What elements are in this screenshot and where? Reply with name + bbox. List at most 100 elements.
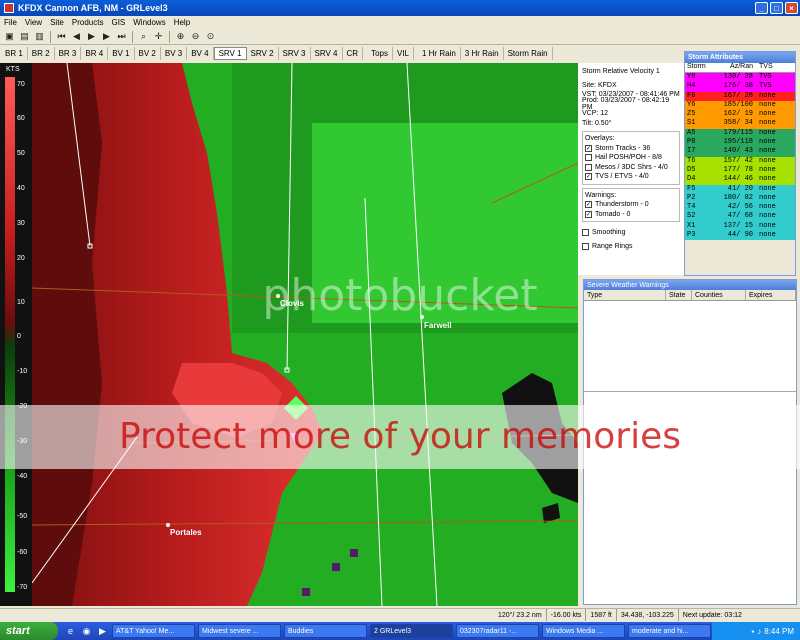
crosshair-icon[interactable]: ✛ [152,30,165,43]
tab-br1[interactable]: BR 1 [1,47,28,60]
storm-row[interactable]: H4 176/ 38 TVS [685,82,795,92]
tab-bv2[interactable]: BV 2 [135,47,161,60]
velocity-map[interactable]: Clovis Farwell Portales [32,63,578,606]
tab-vil[interactable]: VIL [393,47,414,60]
storm-row[interactable]: S1 358/ 34 none [685,119,795,129]
warning-tornado[interactable]: ✓ Tornado - 0 [585,210,677,220]
overlay-hail[interactable]: Hail POSH/POH - 8/8 [585,153,677,163]
checkbox-checked[interactable]: ✓ [585,201,592,209]
storm-row[interactable]: D4 144/ 46 none [685,175,795,185]
save-icon[interactable]: ▤ [18,30,31,43]
column-header[interactable]: Type [584,290,666,300]
checkbox-checked[interactable]: ✓ [585,144,592,152]
zoom-out-icon[interactable]: ⊖ [189,30,202,43]
zoom-icon[interactable]: ⌕ [137,30,150,43]
storm-row[interactable]: Y6 185/100 none [685,100,795,111]
next-frame-icon[interactable]: ▶ [100,30,113,43]
ie-icon[interactable]: e [64,625,77,638]
zoom-in-icon[interactable]: ⊕ [174,30,187,43]
storm-row[interactable]: Y8 130/ 28 TVS [685,73,795,83]
checkbox[interactable] [585,154,592,162]
checkbox-checked[interactable]: ✓ [585,173,592,181]
column-header[interactable]: Expires [746,290,796,300]
tab-bv3[interactable]: BV 3 [161,47,188,60]
open-icon[interactable]: ▣ [3,30,16,43]
start-button[interactable]: start [0,622,58,640]
task-midwest-severe[interactable]: Midwest severe ... [198,624,281,638]
menu-view[interactable]: View [25,18,42,27]
task-radar-image[interactable]: 032307radar11 -... [456,624,539,638]
storm-row[interactable]: D5 177/ 78 none [685,165,795,176]
storm-row[interactable]: I7 140/ 43 none [685,147,795,157]
storm-row[interactable]: P2 180/ 82 none [685,193,795,204]
task-grlevel3[interactable]: 2 GRLevel3 [370,624,453,638]
minimize-button[interactable]: _ [755,2,768,14]
close-button[interactable]: × [785,2,798,14]
overlay-tvs[interactable]: ✓ TVS / ETVS - 4/0 [585,172,677,182]
storm-row[interactable]: P8 195/118 none [685,138,795,148]
tab-srv1[interactable]: SRV 1 [213,47,247,60]
tab-storm-rain[interactable]: Storm Rain [504,47,553,60]
checkbox[interactable] [582,242,589,250]
checkbox[interactable] [582,229,589,237]
tab-cr[interactable]: CR [343,47,364,60]
column-header[interactable]: Storm [685,63,713,72]
storm-row[interactable]: A5 179/115 none [685,128,795,139]
play-icon[interactable]: ▶ [85,30,98,43]
menu-gis[interactable]: GIS [111,18,125,27]
storm-attributes-window[interactable]: Storm Attributes Storm Az/Ran TVS Y8 130/… [684,51,796,276]
firefox-icon[interactable]: ◉ [80,625,93,638]
tab-srv2[interactable]: SRV 2 [247,47,279,60]
prev-frame-icon[interactable]: ◀ [70,30,83,43]
smoothing-toggle[interactable]: Smoothing [582,228,680,238]
column-header[interactable]: TVS [757,63,787,72]
storm-row[interactable]: T6 157/ 42 none [685,156,795,166]
warning-thunderstorm[interactable]: ✓ Thunderstorm - 0 [585,200,677,210]
tab-bv1[interactable]: BV 1 [108,47,135,60]
tab-br3[interactable]: BR 3 [55,47,82,60]
column-header[interactable]: State [666,290,692,300]
storm-row[interactable]: X1 137/ 15 none [685,221,795,232]
network-icon[interactable]: ▪ [751,627,754,636]
overlay-storm-tracks[interactable]: ✓ Storm Tracks - 36 [585,144,677,154]
column-header[interactable]: Az/Ran [713,63,757,72]
tab-br2[interactable]: BR 2 [28,47,55,60]
maximize-button[interactable]: □ [770,2,783,14]
copy-icon[interactable]: ▥ [33,30,46,43]
task-moderate[interactable]: moderate and hi... [628,624,711,638]
task-buddies[interactable]: Buddies [284,624,367,638]
severe-warnings-window[interactable]: Severe Weather Warnings Type State Count… [583,279,797,605]
menu-site[interactable]: Site [50,18,64,27]
checkbox-checked[interactable]: ✓ [585,210,592,218]
title-bar[interactable]: KFDX Cannon AFB, NM - GRLevel3 _ □ × [0,0,800,16]
storm-row[interactable]: F5 41/ 20 none [685,184,795,194]
menu-help[interactable]: Help [174,18,190,27]
radar-display[interactable]: KTS 70 60 50 40 30 20 10 0 -10 -20 -30 -… [0,63,578,606]
range-rings-toggle[interactable]: Range Rings [582,242,680,252]
first-frame-icon[interactable]: ⏮ [55,30,68,43]
media-icon[interactable]: ▶ [96,625,109,638]
tab-br4[interactable]: BR 4 [81,47,109,60]
tab-srv3[interactable]: SRV 3 [279,47,311,60]
tab-tops[interactable]: Tops [367,47,393,60]
zoom-reset-icon[interactable]: ⊙ [204,30,217,43]
tab-bv4[interactable]: BV 4 [187,47,214,60]
overlay-mesos[interactable]: Mesos / 3DC Shrs - 4/0 [585,163,677,173]
checkbox[interactable] [585,163,592,171]
storm-row[interactable]: Z5 162/ 19 none [685,110,795,120]
clock[interactable]: 8:44 PM [764,627,794,636]
menu-file[interactable]: File [4,18,17,27]
storm-row[interactable]: T4 42/ 56 none [685,203,795,213]
task-yahoo-mail[interactable]: AT&T Yahoo! Me... [112,624,195,638]
tab-1hr-rain[interactable]: 1 Hr Rain [418,47,461,60]
task-windows-media[interactable]: Windows Media ... [542,624,625,638]
tab-srv4[interactable]: SRV 4 [311,47,343,60]
volume-icon[interactable]: ♪ [757,627,761,636]
column-header[interactable]: Counties [692,290,746,300]
last-frame-icon[interactable]: ⏭ [115,30,128,43]
menu-windows[interactable]: Windows [133,18,165,27]
menu-products[interactable]: Products [72,18,104,27]
storm-row[interactable]: F6 167/ 28 none [685,91,795,101]
tab-3hr-rain[interactable]: 3 Hr Rain [461,47,504,60]
storm-row[interactable]: P3 44/ 90 none [685,231,795,241]
